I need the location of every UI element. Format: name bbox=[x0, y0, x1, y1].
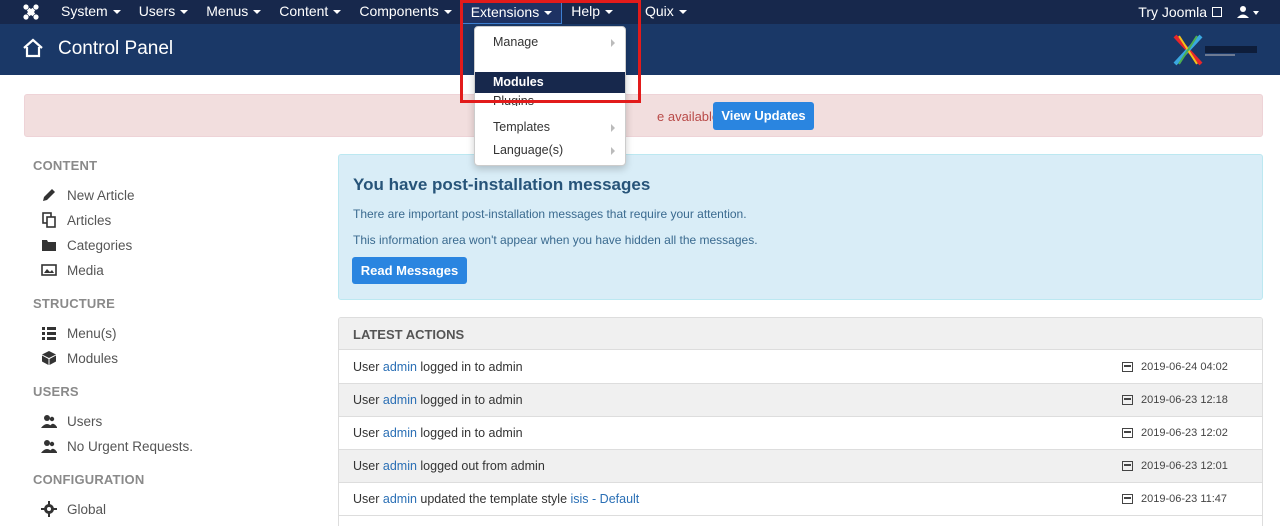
table-row: User admin logged in to admin 2019-06-23 … bbox=[339, 384, 1262, 417]
menu-content[interactable]: Content bbox=[270, 0, 350, 24]
latest-actions-panel: LATEST ACTIONS User admin logged in to a… bbox=[338, 317, 1263, 526]
user-link[interactable]: admin bbox=[383, 360, 417, 374]
user-link[interactable]: admin bbox=[383, 459, 417, 473]
action-message: User admin updated the template style is… bbox=[353, 492, 640, 506]
calendar-icon bbox=[1122, 362, 1133, 372]
action-date: 2019-06-23 12:01 bbox=[1122, 460, 1228, 472]
calendar-icon bbox=[1122, 428, 1133, 438]
page-title: Control Panel bbox=[58, 38, 174, 59]
read-messages-button[interactable]: Read Messages bbox=[352, 257, 467, 284]
action-message: User admin logged in to admin bbox=[353, 360, 523, 374]
users-icon bbox=[41, 413, 57, 429]
sidebar-item-categories[interactable]: Categories bbox=[41, 235, 132, 255]
action-date: 2019-06-23 11:47 bbox=[1122, 493, 1227, 505]
calendar-icon bbox=[1122, 461, 1133, 471]
dropdown-item-languages[interactable]: Language(s) bbox=[475, 140, 625, 161]
brand-logo-icon bbox=[1173, 34, 1257, 66]
pencil-icon bbox=[41, 187, 57, 203]
action-date: 2019-06-23 12:18 bbox=[1122, 394, 1228, 406]
sidebar-section-content: CONTENT bbox=[33, 158, 98, 173]
gear-icon bbox=[41, 501, 57, 517]
cube-icon bbox=[41, 350, 57, 366]
calendar-icon bbox=[1122, 395, 1133, 405]
action-message: User admin logged in to admin bbox=[353, 393, 523, 407]
folder-icon bbox=[41, 237, 57, 253]
copy-icon bbox=[41, 212, 57, 228]
chevron-right-icon bbox=[611, 147, 615, 155]
list-icon bbox=[41, 325, 57, 341]
topbar-right: Try Joomla bbox=[1138, 0, 1260, 24]
menu-quix[interactable]: Quix bbox=[636, 0, 696, 24]
sidebar-item-new-article[interactable]: New Article bbox=[41, 185, 135, 205]
menu-system[interactable]: System bbox=[52, 0, 130, 24]
post-install-text-1: There are important post-installation me… bbox=[353, 207, 747, 221]
action-message: User admin logged in to admin bbox=[353, 426, 523, 440]
post-install-messages: You have post-installation messages Ther… bbox=[338, 154, 1263, 300]
dropdown-item-templates[interactable]: Templates bbox=[475, 117, 625, 138]
user-menu-icon[interactable] bbox=[1236, 5, 1260, 19]
home-icon bbox=[23, 38, 43, 58]
view-updates-button[interactable]: View Updates bbox=[713, 102, 814, 130]
sidebar-item-modules[interactable]: Modules bbox=[41, 348, 118, 368]
sidebar-item-users[interactable]: Users bbox=[41, 411, 102, 431]
table-row: User admin updated the template style is… bbox=[339, 483, 1262, 516]
sidebar-item-media[interactable]: Media bbox=[41, 260, 104, 280]
sidebar-section-configuration: CONFIGURATION bbox=[33, 472, 145, 487]
joomla-logo-icon[interactable] bbox=[22, 3, 40, 21]
user-link[interactable]: admin bbox=[383, 492, 417, 506]
table-row: User admin logged in to admin 2019-06-23 … bbox=[339, 417, 1262, 450]
menu-components[interactable]: Components bbox=[350, 0, 460, 24]
menu-menus[interactable]: Menus bbox=[197, 0, 270, 24]
update-alert: e available: View Updates bbox=[24, 94, 1263, 137]
sidebar-item-articles[interactable]: Articles bbox=[41, 210, 111, 230]
table-row: User admin logged out from admin 2019-06-… bbox=[339, 450, 1262, 483]
external-link-icon bbox=[1212, 7, 1222, 17]
action-message: User admin logged out from admin bbox=[353, 459, 545, 473]
calendar-icon bbox=[1122, 494, 1133, 504]
action-date: 2019-06-24 04:02 bbox=[1122, 361, 1228, 373]
sidebar-section-users: USERS bbox=[33, 384, 79, 399]
sidebar-section-structure: STRUCTURE bbox=[33, 296, 115, 311]
user-link[interactable]: admin bbox=[383, 426, 417, 440]
action-date: 2019-06-23 12:02 bbox=[1122, 427, 1228, 439]
menu-users[interactable]: Users bbox=[130, 0, 198, 24]
table-row: User admin logged in to admin 2019-06-24 … bbox=[339, 351, 1262, 384]
users-icon bbox=[41, 438, 57, 454]
sidebar-item-global[interactable]: Global bbox=[41, 499, 106, 519]
sidebar-item-urgent-requests[interactable]: No Urgent Requests. bbox=[41, 436, 193, 456]
sidebar-item-menus[interactable]: Menu(s) bbox=[41, 323, 117, 343]
highlight-box bbox=[460, 0, 641, 103]
image-icon bbox=[41, 262, 57, 278]
chevron-right-icon bbox=[611, 124, 615, 132]
latest-actions-header: LATEST ACTIONS bbox=[339, 318, 1262, 350]
post-install-text-2: This information area won't appear when … bbox=[353, 233, 758, 247]
template-style-link[interactable]: isis - Default bbox=[571, 492, 640, 506]
user-link[interactable]: admin bbox=[383, 393, 417, 407]
post-install-title: You have post-installation messages bbox=[353, 175, 651, 194]
try-joomla-link[interactable]: Try Joomla bbox=[1138, 4, 1222, 20]
